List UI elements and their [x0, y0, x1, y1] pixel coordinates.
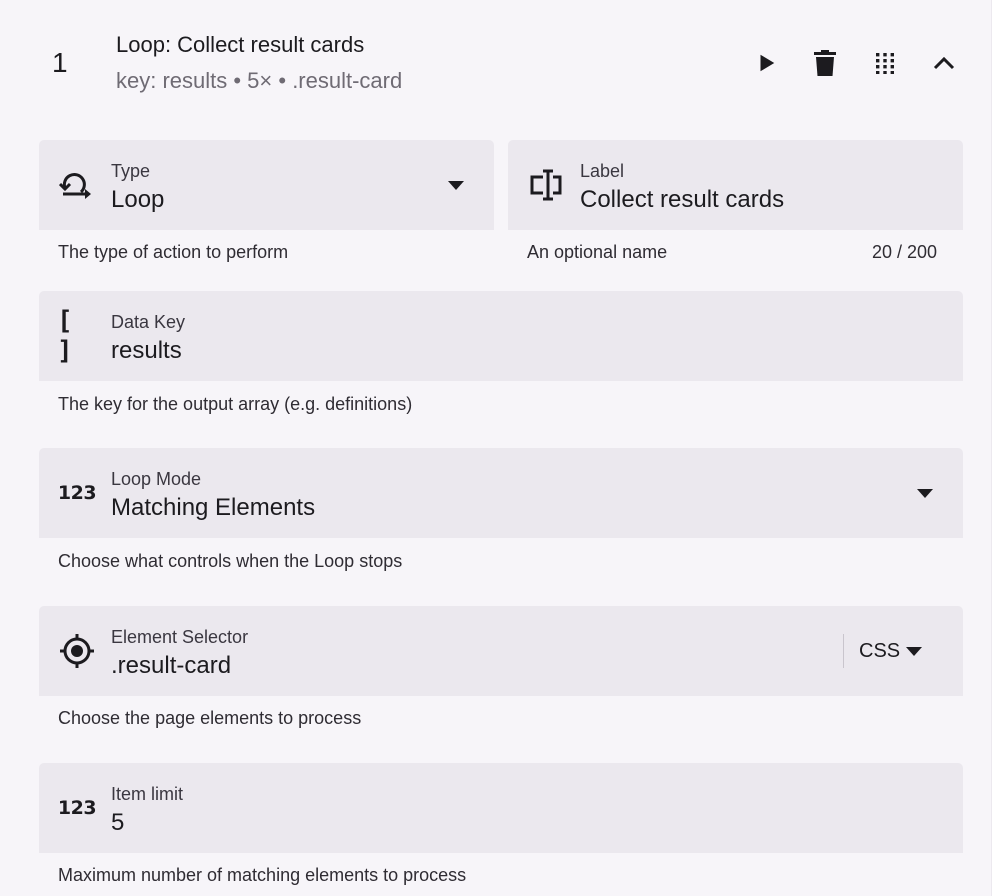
element-selector-field[interactable]: Element Selector .result-card CSS	[39, 606, 963, 696]
label-hint: An optional name	[527, 242, 668, 262]
data-key-field[interactable]: [ ] Data Key results	[39, 291, 963, 381]
text-cursor-icon	[526, 165, 566, 205]
item-limit-label: Item limit	[111, 784, 183, 804]
type-hint: The type of action to perform	[58, 242, 289, 262]
dropdown-arrow-icon	[445, 174, 467, 196]
step-number: 1	[52, 47, 68, 78]
label-counter: 20 / 200	[872, 242, 938, 262]
type-select[interactable]: Type Loop	[39, 140, 494, 230]
data-key-hint: The key for the output array (e.g. defin…	[58, 394, 413, 414]
loop-mode-value: Matching Elements	[111, 494, 316, 521]
drag-handle-button[interactable]	[866, 44, 904, 82]
dropdown-arrow-icon	[906, 646, 923, 656]
loop-icon	[57, 165, 97, 205]
type-value: Loop	[111, 186, 165, 213]
data-key-value: results	[111, 337, 182, 364]
selector-type-value: CSS	[859, 639, 901, 662]
trash-icon	[814, 50, 836, 76]
divider	[843, 634, 844, 668]
item-limit-field[interactable]: 123 Item limit 5	[39, 763, 963, 853]
item-limit-hint: Maximum number of matching elements to p…	[58, 865, 467, 885]
run-step-button[interactable]	[747, 44, 785, 82]
step-card: 1 Loop: Collect result cards key: result…	[0, 0, 992, 896]
label-value: Collect result cards	[580, 186, 785, 213]
label-field[interactable]: Label Collect result cards	[508, 140, 963, 230]
item-limit-value: 5	[111, 809, 125, 836]
dropdown-arrow-icon	[914, 482, 936, 504]
loop-mode-hint: Choose what controls when the Loop stops	[58, 551, 403, 571]
label-label: Label	[580, 161, 625, 181]
delete-step-button[interactable]	[806, 44, 844, 82]
type-label: Type	[111, 161, 151, 181]
chevron-up-icon	[933, 56, 955, 70]
numeric-icon: 123	[57, 482, 97, 504]
selector-type-dropdown[interactable]: CSS	[859, 636, 923, 666]
element-selector-hint: Choose the page elements to process	[58, 708, 362, 728]
drag-handle-icon	[876, 53, 894, 74]
data-key-label: Data Key	[111, 312, 186, 332]
step-subtitle: key: results • 5× • .result-card	[116, 68, 403, 93]
loop-mode-select[interactable]: 123 Loop Mode Matching Elements	[39, 448, 963, 538]
collapse-step-button[interactable]	[925, 44, 963, 82]
step-title: Loop: Collect result cards	[116, 32, 365, 57]
play-icon	[760, 54, 775, 72]
loop-mode-label: Loop Mode	[111, 469, 202, 489]
numeric-icon: 123	[57, 797, 97, 819]
element-selector-label: Element Selector	[111, 627, 249, 647]
brackets-icon: [ ]	[57, 306, 76, 366]
crosshair-icon	[57, 631, 97, 671]
element-selector-value: .result-card	[111, 652, 232, 679]
